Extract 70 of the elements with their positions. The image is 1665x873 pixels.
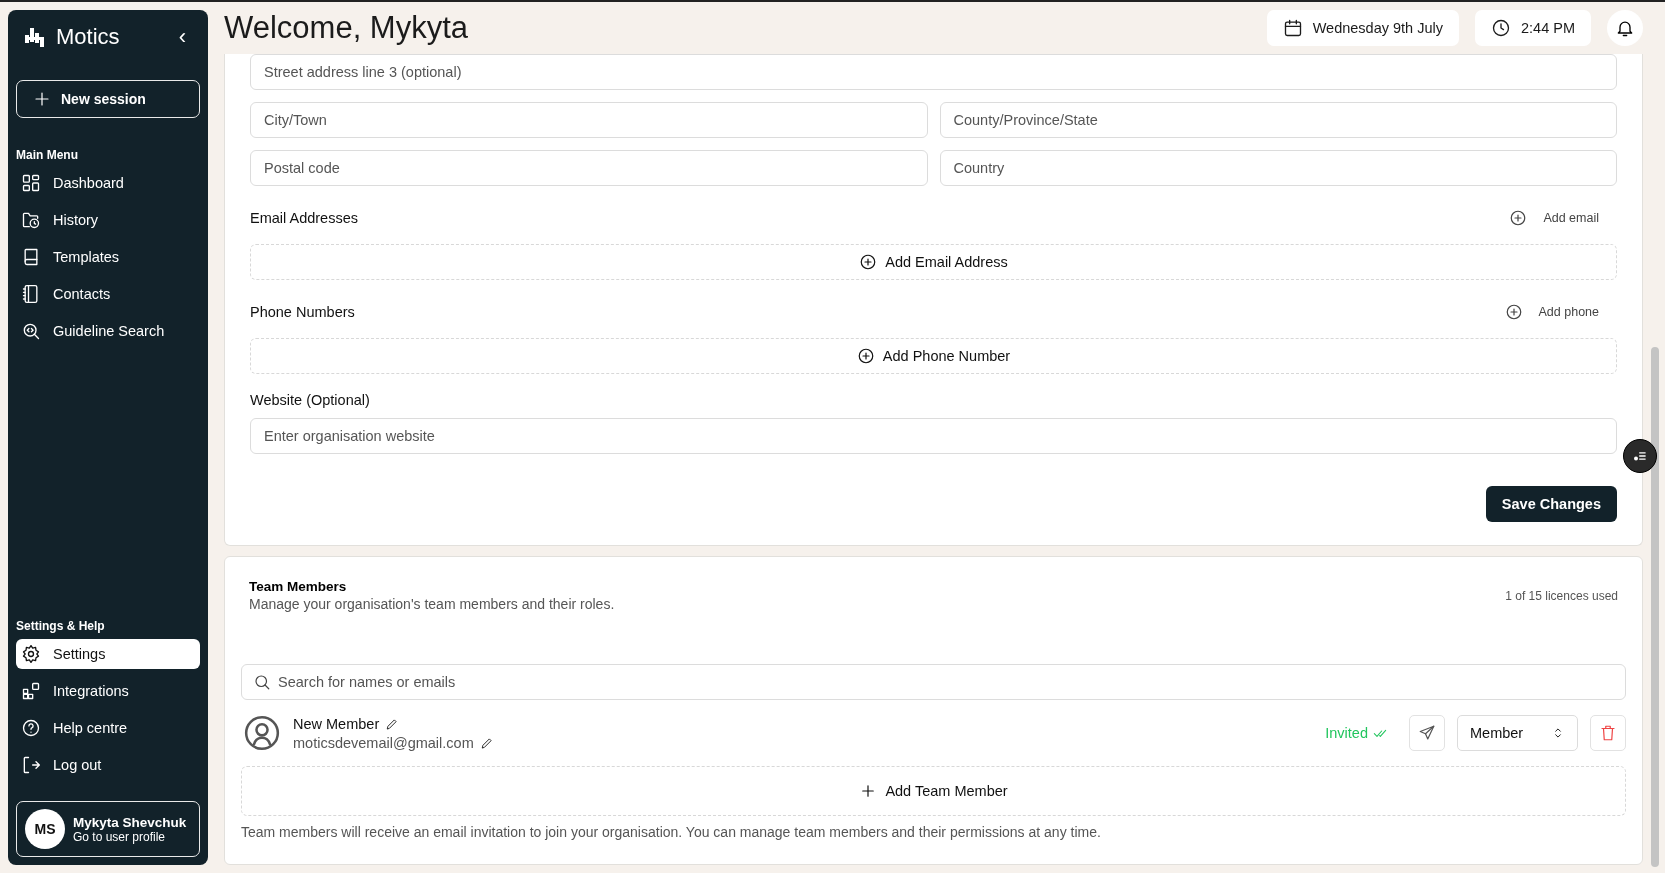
role-select[interactable]: Member	[1457, 715, 1578, 751]
avatar: MS	[25, 809, 65, 849]
user-name: Mykyta Shevchuk	[73, 814, 187, 830]
pencil-icon	[479, 735, 494, 750]
new-session-button[interactable]: New session	[16, 80, 200, 118]
search-icon	[253, 673, 271, 691]
grid-icon	[21, 173, 41, 193]
section-heading: Settings & Help	[16, 619, 106, 635]
text-field[interactable]: County/Province/State	[939, 102, 1617, 138]
send-icon	[1418, 724, 1436, 742]
member-email: moticsdevemail@gmail.com	[293, 734, 474, 751]
add-link[interactable]: Add email	[1503, 208, 1605, 228]
search-icon	[21, 321, 41, 341]
brand-name: Motics	[56, 24, 121, 50]
nav-item[interactable]: Help centre	[16, 713, 200, 743]
delete-button[interactable]	[1590, 715, 1626, 751]
trash-icon	[1599, 724, 1617, 742]
scrollbar[interactable]	[1651, 347, 1659, 867]
save-button[interactable]: Save Changes	[1485, 486, 1617, 522]
send-button[interactable]	[1409, 715, 1445, 751]
section-label: Phone Numbers	[250, 304, 355, 320]
profile-link: Go to user profile	[73, 829, 167, 844]
add-member-button[interactable]: Add Team Member	[241, 766, 1626, 816]
notifications-button[interactable]	[1607, 10, 1643, 46]
field-label: Website (Optional)	[250, 392, 371, 408]
section-subtitle: Manage your organisation's team members and their roles.	[249, 596, 615, 612]
user-avatar-icon	[243, 714, 281, 752]
clock-icon	[1491, 18, 1511, 38]
info-note: Team members will receive an email invitation to join your organisation. You can manage team members and their permissions at any time.	[241, 824, 1102, 840]
section-label: Email Addresses	[250, 210, 358, 226]
text-field[interactable]: Country	[939, 150, 1617, 186]
collapse-button[interactable]: ‹	[172, 24, 192, 50]
nav-item[interactable]: Log out	[16, 750, 200, 780]
plus-circle-icon	[1509, 209, 1528, 227]
plus-circle-icon	[859, 253, 878, 271]
text-field[interactable]: Street address line 3 (optional)	[250, 54, 1617, 90]
section-heading: Main Menu	[16, 148, 79, 164]
status-label: Invited	[1325, 725, 1368, 741]
pencil-icon	[385, 716, 400, 731]
nav-item[interactable]: Integrations	[16, 676, 200, 706]
nav-item[interactable]: Guideline Search	[16, 316, 200, 346]
text-field[interactable]: City/Town	[250, 102, 928, 138]
website-field[interactable]: Enter organisation website	[250, 418, 1617, 454]
calendar-icon	[1282, 18, 1303, 38]
notebook-icon	[21, 284, 41, 304]
page-title: Welcome, Mykyta	[224, 10, 470, 46]
add-button[interactable]: Add Email Address	[250, 244, 1617, 280]
plus-circle-icon	[1504, 303, 1523, 321]
nav-item[interactable]: History	[16, 205, 200, 235]
add-link[interactable]: Add phone	[1498, 302, 1605, 322]
add-button[interactable]: Add Phone Number	[250, 338, 1617, 374]
member-name: New Member	[293, 715, 380, 732]
section-title: Team Members	[249, 579, 348, 594]
plus-icon	[33, 90, 51, 108]
help-icon	[21, 718, 41, 738]
logout-icon	[21, 755, 41, 775]
text-field[interactable]: Postal code	[250, 150, 928, 186]
search-field[interactable]: Search for names or emails	[241, 664, 1626, 700]
user-profile-button[interactable]: MS Mykyta Shevchuk Go to user profile	[16, 801, 200, 857]
licence-count: 1 of 15 licences used	[1505, 588, 1618, 603]
nav-item[interactable]: Contacts	[16, 279, 200, 309]
plus-circle-icon	[856, 347, 875, 365]
settings-icon	[21, 644, 41, 664]
blocks-icon	[21, 681, 41, 701]
nav-item[interactable]: Templates	[16, 242, 200, 272]
date-chip: Wednesday 9th July	[1266, 10, 1459, 46]
nav-item[interactable]: Dashboard	[16, 168, 200, 198]
nav-item[interactable]: Settings	[16, 639, 200, 669]
folder-clock-icon	[21, 210, 41, 230]
time-chip: 2:44 PM	[1475, 10, 1591, 46]
